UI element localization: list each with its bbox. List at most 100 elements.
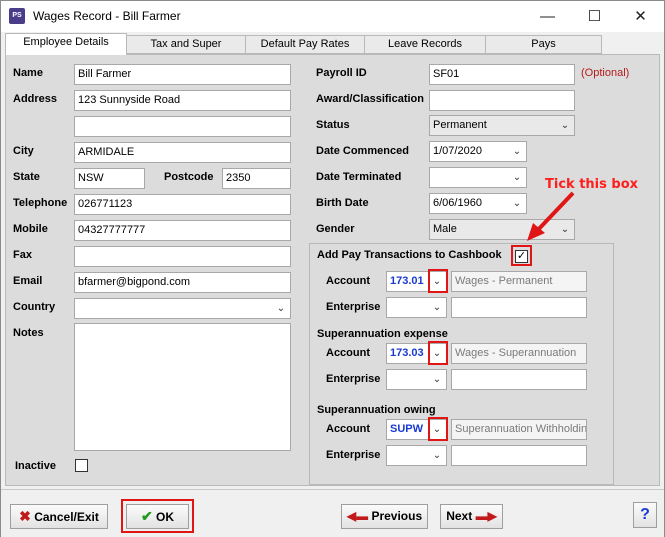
- award-label: Award/Classification: [316, 93, 424, 105]
- tab-bar: Employee Details Tax and Super Default P…: [3, 33, 663, 55]
- date-commenced-value: 1/07/2020: [433, 145, 482, 157]
- cashbook-group: Add Pay Transactions to Cashbook ✓ Accou…: [309, 243, 614, 485]
- date-commenced-label: Date Commenced: [316, 145, 409, 157]
- super-owing-enterprise-select[interactable]: ⌄: [386, 445, 447, 466]
- chevron-down-icon[interactable]: ⌄: [430, 298, 444, 317]
- mobile-field[interactable]: 04327777777: [74, 220, 291, 241]
- gender-label: Gender: [316, 223, 355, 235]
- email-label: Email: [13, 275, 43, 287]
- previous-button[interactable]: ◀▬ Previous: [341, 504, 428, 529]
- account-label: Account: [326, 275, 370, 287]
- chevron-down-icon[interactable]: ⌄: [510, 142, 524, 161]
- email-field[interactable]: bfarmer@bigpond.com: [74, 272, 291, 293]
- date-commenced-picker[interactable]: 1/07/2020 ⌄: [429, 141, 527, 162]
- super-owing-title: Superannuation owing: [317, 404, 436, 416]
- super-expense-title: Superannuation expense: [317, 328, 448, 340]
- enterprise-select[interactable]: ⌄: [386, 297, 447, 318]
- address-label: Address: [13, 93, 58, 105]
- address-line2-field[interactable]: [74, 116, 291, 137]
- name-field[interactable]: Bill Farmer: [74, 64, 291, 85]
- checkbox-highlight: [511, 245, 532, 266]
- birth-date-picker[interactable]: 6/06/1960 ⌄: [429, 193, 527, 214]
- tab-pays[interactable]: Pays: [485, 35, 602, 54]
- date-terminated-picker[interactable]: ⌄: [429, 167, 527, 188]
- fax-field[interactable]: [74, 246, 291, 267]
- chevron-down-icon[interactable]: ⌄: [430, 370, 444, 389]
- maximize-icon[interactable]: ☐: [572, 3, 617, 30]
- award-field[interactable]: [429, 90, 575, 111]
- state-field[interactable]: NSW: [74, 168, 145, 189]
- minimize-icon[interactable]: —: [525, 3, 570, 30]
- address-line1-field[interactable]: 123 Sunnyside Road: [74, 90, 291, 111]
- cancel-exit-button[interactable]: ✖ Cancel/Exit: [10, 504, 108, 529]
- inactive-checkbox[interactable]: [75, 459, 88, 472]
- gender-value: Male: [433, 223, 457, 235]
- postcode-field[interactable]: 2350: [222, 168, 291, 189]
- annotation-arrow-icon: [527, 191, 575, 241]
- postcode-label: Postcode: [164, 171, 214, 183]
- birth-date-label: Birth Date: [316, 197, 369, 209]
- enterprise-name-field: [451, 297, 587, 318]
- help-button[interactable]: ?: [633, 502, 657, 528]
- footer-bar: ✖ Cancel/Exit ✔ OK ◀▬ Previous Next ▬▶ ?: [1, 489, 664, 537]
- window-title: Wages Record - Bill Farmer: [33, 9, 181, 23]
- payroll-id-label: Payroll ID: [316, 67, 367, 79]
- notes-label: Notes: [13, 327, 44, 339]
- payroll-id-field[interactable]: SF01: [429, 64, 575, 85]
- tab-default-pay-rates[interactable]: Default Pay Rates: [245, 35, 365, 54]
- super-owing-account-label: Account: [326, 423, 370, 435]
- fax-label: Fax: [13, 249, 32, 261]
- super-owing-code: SUPW: [390, 423, 423, 435]
- account-code: 173.01: [390, 275, 424, 287]
- ok-button[interactable]: ✔ OK: [126, 504, 189, 529]
- super-owing-arrow-highlight: [428, 417, 448, 441]
- city-label: City: [13, 145, 34, 157]
- super-expense-enterprise-select[interactable]: ⌄: [386, 369, 447, 390]
- cashbook-title: Add Pay Transactions to Cashbook: [317, 249, 502, 261]
- employee-details-panel: Name Bill Farmer Address 123 Sunnyside R…: [5, 54, 660, 486]
- status-select[interactable]: Permanent ⌄: [429, 115, 575, 136]
- account-name-field: Wages - Permanent: [451, 271, 587, 292]
- super-expense-enterprise-label: Enterprise: [326, 373, 381, 385]
- super-owing-enterprise-field: [451, 445, 587, 466]
- super-expense-enterprise-field: [451, 369, 587, 390]
- ok-label: OK: [156, 510, 175, 524]
- tab-leave-records[interactable]: Leave Records: [364, 35, 486, 54]
- date-terminated-label: Date Terminated: [316, 171, 402, 183]
- chevron-down-icon[interactable]: ⌄: [274, 299, 288, 318]
- super-owing-enterprise-label: Enterprise: [326, 449, 381, 461]
- country-select[interactable]: ⌄: [74, 298, 291, 319]
- previous-label: Previous: [371, 509, 423, 523]
- optional-hint: (Optional): [581, 67, 630, 79]
- close-icon[interactable]: ✕: [618, 3, 663, 30]
- country-label: Country: [13, 301, 56, 313]
- wages-record-window: PS Wages Record - Bill Farmer — ☐ ✕ Empl…: [0, 0, 665, 537]
- arrow-left-icon: ◀▬: [346, 509, 369, 523]
- name-label: Name: [13, 67, 43, 79]
- telephone-field[interactable]: 026771123: [74, 194, 291, 215]
- super-expense-code: 173.03: [390, 347, 424, 359]
- tab-tax-and-super[interactable]: Tax and Super: [126, 35, 246, 54]
- chevron-down-icon[interactable]: ⌄: [558, 116, 572, 135]
- super-expense-arrow-highlight: [428, 341, 448, 365]
- cross-icon: ✖: [19, 508, 31, 524]
- title-bar: PS Wages Record - Bill Farmer — ☐ ✕: [1, 1, 664, 32]
- app-icon: PS: [9, 8, 25, 24]
- tab-employee-details[interactable]: Employee Details: [5, 33, 127, 55]
- notes-textarea[interactable]: [74, 323, 291, 451]
- inactive-label: Inactive: [15, 460, 56, 472]
- arrow-right-icon: ▬▶: [475, 509, 497, 523]
- next-label: Next: [446, 509, 473, 523]
- next-button[interactable]: Next ▬▶: [440, 504, 503, 529]
- super-expense-account-label: Account: [326, 347, 370, 359]
- account-arrow-highlight: [428, 269, 448, 293]
- check-icon: ✔: [140, 508, 153, 524]
- chevron-down-icon[interactable]: ⌄: [430, 446, 444, 465]
- state-label: State: [13, 171, 40, 183]
- cancel-exit-label: Cancel/Exit: [34, 510, 99, 524]
- mobile-label: Mobile: [13, 223, 48, 235]
- enterprise-label: Enterprise: [326, 301, 381, 313]
- city-field[interactable]: ARMIDALE: [74, 142, 291, 163]
- telephone-label: Telephone: [13, 197, 68, 209]
- chevron-down-icon[interactable]: ⌄: [510, 168, 524, 187]
